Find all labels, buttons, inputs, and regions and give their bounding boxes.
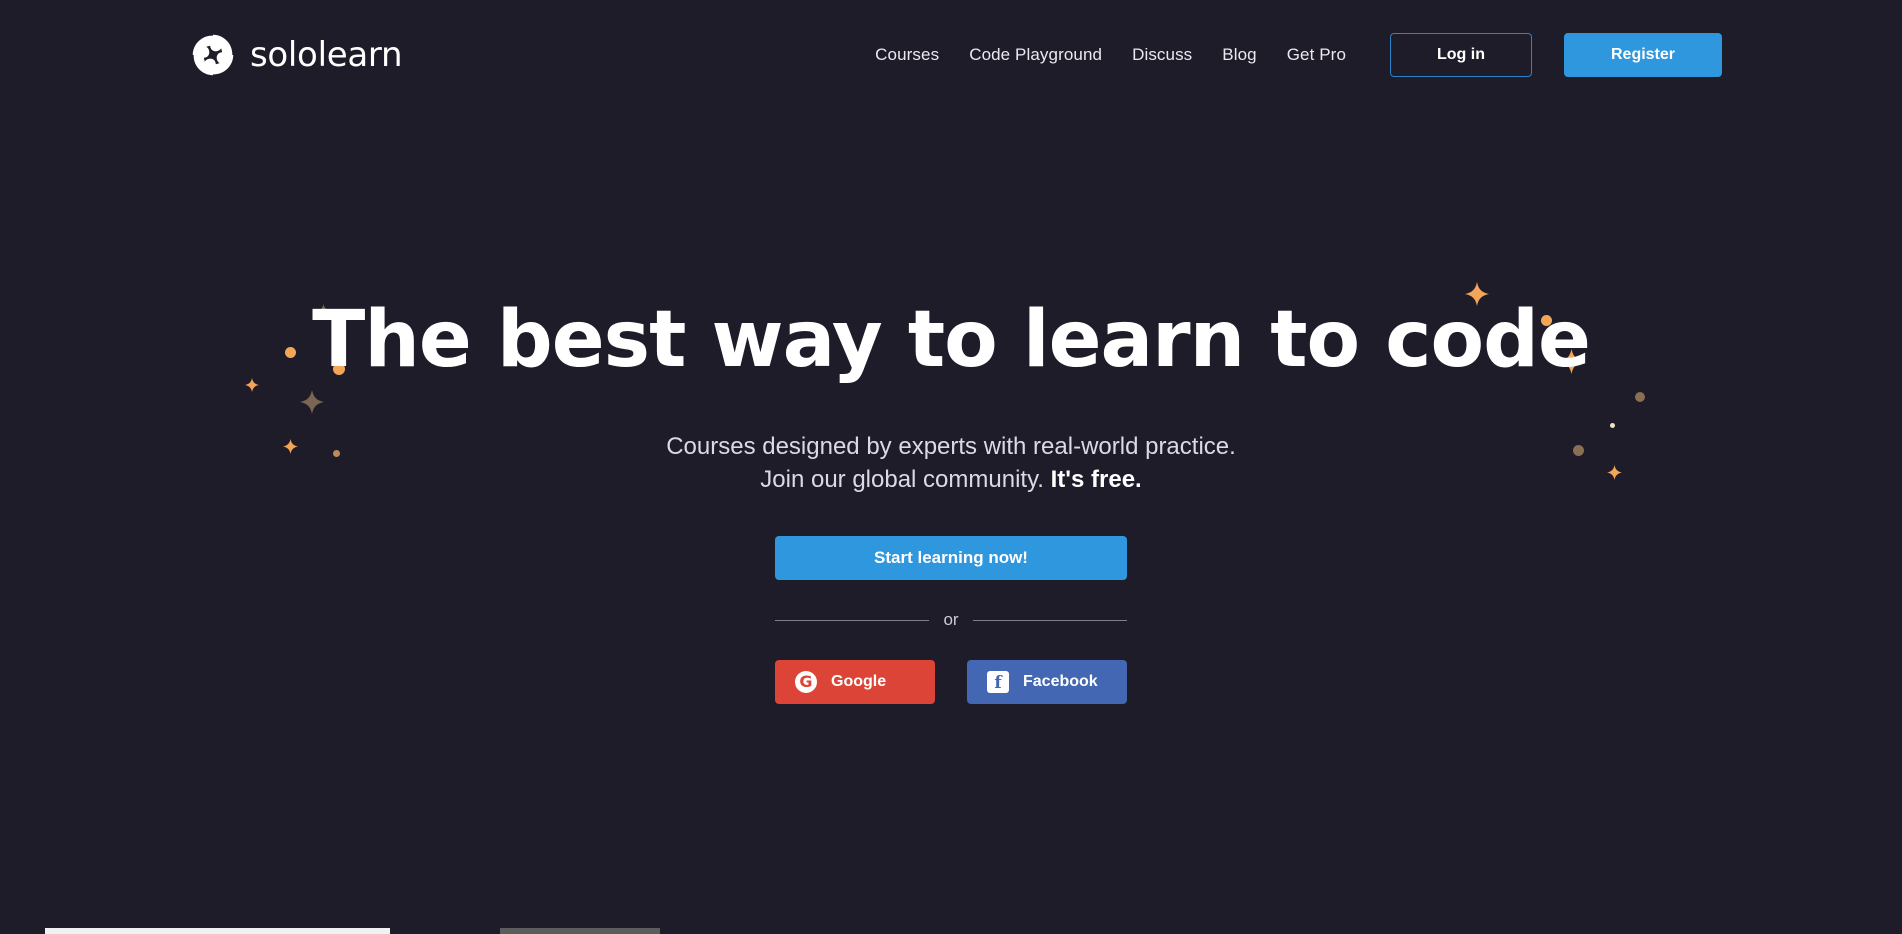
site-header: sololearn Courses Code Playground Discus… bbox=[0, 0, 1902, 110]
hero-subtitle-line2-prefix: Join our global community. bbox=[760, 466, 1051, 493]
download-bar-strip[interactable] bbox=[45, 928, 390, 934]
divider-line-left bbox=[775, 619, 930, 621]
nav-item-blog[interactable]: Blog bbox=[1222, 45, 1256, 65]
hero-subtitle-line1: Courses designed by experts with real-wo… bbox=[666, 432, 1236, 460]
google-login-button[interactable]: G Google bbox=[775, 660, 935, 705]
register-button[interactable]: Register bbox=[1564, 33, 1722, 77]
browser-bottom-chrome bbox=[0, 928, 1902, 934]
or-divider: or bbox=[775, 610, 1127, 630]
hero-subtitle: Courses designed by experts with real-wo… bbox=[0, 430, 1902, 496]
facebook-f-icon: f bbox=[987, 671, 1009, 694]
nav-item-code-playground[interactable]: Code Playground bbox=[969, 45, 1102, 65]
facebook-login-label: Facebook bbox=[1023, 673, 1098, 691]
facebook-login-button[interactable]: f Facebook bbox=[967, 660, 1127, 705]
sololearn-pinwheel-logo-icon bbox=[192, 34, 234, 76]
login-button[interactable]: Log in bbox=[1390, 33, 1532, 77]
brand-name: sololearn bbox=[250, 35, 403, 75]
nav-item-courses[interactable]: Courses bbox=[875, 45, 939, 65]
hero-subtitle-highlight: It's free. bbox=[1050, 466, 1142, 493]
google-login-label: Google bbox=[831, 673, 887, 691]
social-login-group: G Google f Facebook bbox=[775, 660, 1127, 705]
nav-item-get-pro[interactable]: Get Pro bbox=[1287, 45, 1346, 65]
or-label: or bbox=[943, 610, 959, 630]
start-learning-button[interactable]: Start learning now! bbox=[775, 536, 1127, 581]
google-g-icon: G bbox=[795, 671, 817, 694]
page-title: The best way to learn to code bbox=[312, 295, 1591, 385]
taskbar-strip[interactable] bbox=[500, 928, 660, 934]
brand-logo[interactable]: sololearn bbox=[190, 32, 403, 78]
auth-button-group: Log in Register bbox=[1390, 33, 1722, 77]
cta-group: Start learning now! or G Google f Facebo… bbox=[0, 536, 1902, 705]
nav-item-discuss[interactable]: Discuss bbox=[1132, 45, 1192, 65]
hero-section: The best way to learn to code Courses de… bbox=[0, 110, 1902, 705]
main-navigation: Courses Code Playground Discuss Blog Get… bbox=[875, 45, 1346, 65]
divider-line-right bbox=[972, 619, 1127, 621]
